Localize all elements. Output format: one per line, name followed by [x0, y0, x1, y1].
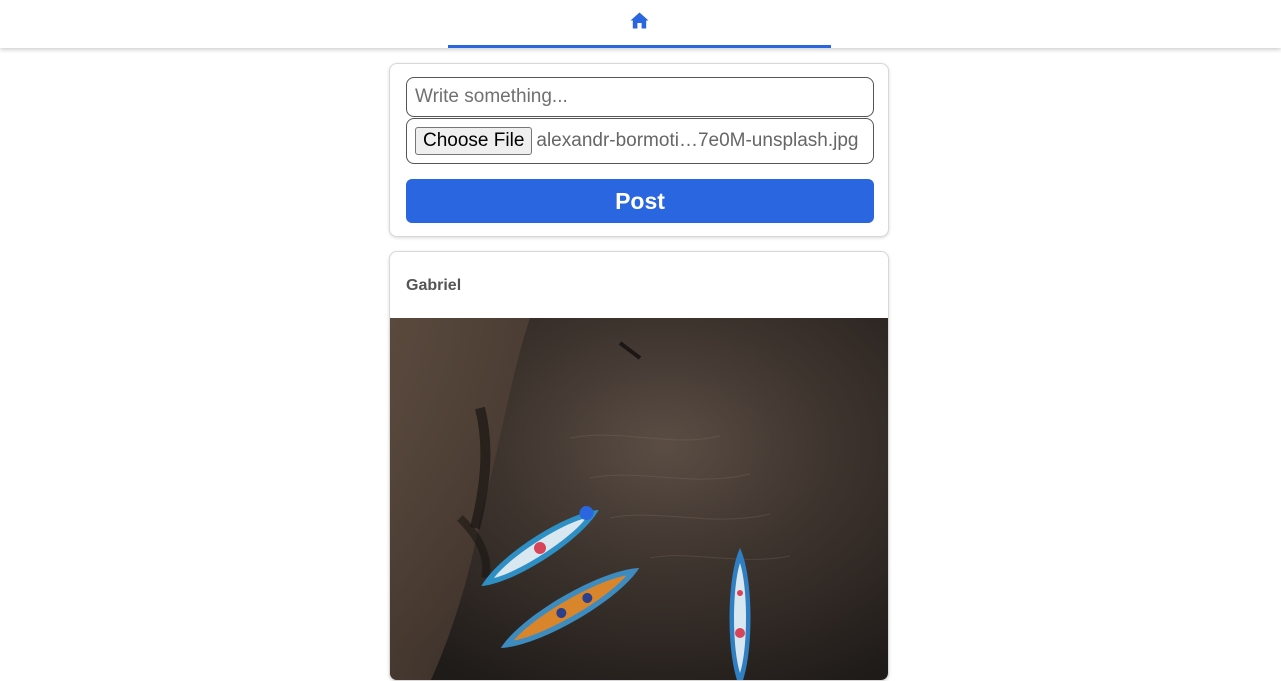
feed-post: Gabriel — [389, 251, 889, 681]
post-composer: Choose File alexandr-bormoti…7e0M-unspla… — [389, 63, 889, 237]
post-text-input[interactable] — [406, 77, 874, 117]
home-tab[interactable] — [448, 0, 831, 48]
post-author-name: Gabriel — [406, 277, 462, 294]
file-upload-field[interactable]: Choose File alexandr-bormoti…7e0M-unspla… — [406, 118, 874, 164]
selected-file-name: alexandr-bormoti…7e0M-unsplash.jpg — [536, 130, 859, 151]
top-navigation-bar — [0, 0, 1281, 48]
post-button[interactable]: Post — [406, 179, 874, 223]
choose-file-button[interactable]: Choose File — [415, 127, 533, 155]
post-image — [390, 318, 888, 680]
home-icon — [630, 12, 649, 29]
